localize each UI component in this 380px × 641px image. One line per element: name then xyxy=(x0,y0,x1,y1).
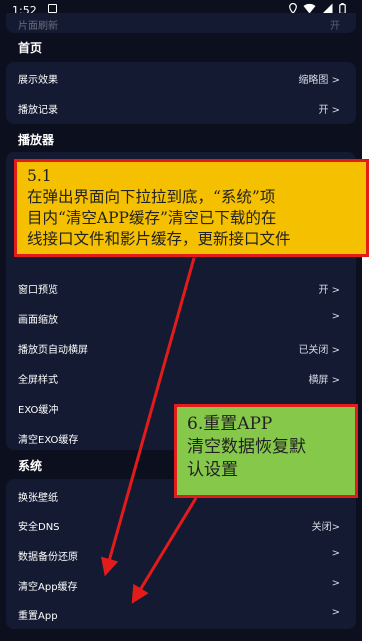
row-label: 安全DNS xyxy=(18,522,60,533)
row-label: 全屏样式 xyxy=(18,375,58,386)
annotation-line: 目内“清空APP缓存”清空已下载的在 xyxy=(27,209,277,227)
row-label: 展示效果 xyxy=(18,75,58,86)
row-label: 换张壁纸 xyxy=(18,493,58,504)
row-label: 重置App xyxy=(18,611,58,622)
section-system-title: 系统 xyxy=(18,459,43,473)
annotation-clear-cache: 5.1 在弹出界面向下拉拉到底，“系统”项 目内“清空APP缓存”清空已下载的在… xyxy=(14,159,369,257)
row-backup-restore[interactable]: 数据备份还原 > xyxy=(18,544,340,564)
row-value: > xyxy=(331,311,340,322)
row-value: > xyxy=(331,607,340,618)
row-auto-landscape[interactable]: 播放页自动横屏 已关闭 > xyxy=(18,337,340,357)
row-picture-scale[interactable]: 画面缩放 > xyxy=(18,307,340,327)
row-value: > xyxy=(331,578,340,589)
section-player-title: 播放器 xyxy=(18,133,55,147)
annotation-line: 在弹出界面向下拉拉到底，“系统”项 xyxy=(27,188,276,206)
row-window-preview[interactable]: 窗口预览 开 > xyxy=(18,277,340,297)
top-row[interactable]: 片面刷新 开 xyxy=(18,13,340,33)
notification-icon xyxy=(48,4,57,13)
annotation-line: 线接口文件和影片缓存，更新接口文件 xyxy=(27,230,291,248)
row-value: 开 > xyxy=(318,105,340,116)
annotation-line: 认设置 xyxy=(187,460,238,480)
row-label: EXO缓冲 xyxy=(18,405,59,416)
row-label: 画面缩放 xyxy=(18,315,58,326)
row-secure-dns[interactable]: 安全DNS 关闭> xyxy=(18,514,340,534)
row-value: > xyxy=(331,548,340,559)
row-display-effect[interactable]: 展示效果 缩略图 > xyxy=(18,67,340,87)
settings-screen: 1:52 片面刷新 开 首页 展示效果 缩略图 > 播放记录 开 > 播放器 窗… xyxy=(0,0,362,641)
row-value: 缩略图 > xyxy=(298,75,340,86)
top-row-label: 片面刷新 xyxy=(18,21,58,32)
row-value: 已关闭 > xyxy=(298,345,340,356)
row-label: 播放记录 xyxy=(18,105,58,116)
row-value: 横屏 > xyxy=(308,375,340,386)
top-row-value: 开 xyxy=(330,21,340,32)
row-value: 开 > xyxy=(318,285,340,296)
section-home-title: 首页 xyxy=(18,41,43,55)
row-label: 清空EXO缓存 xyxy=(18,435,79,446)
annotation-line: 清空数据恢复默 xyxy=(187,437,306,457)
row-label: 窗口预览 xyxy=(18,285,58,296)
annotation-line: 5.1 xyxy=(27,167,52,185)
row-play-history[interactable]: 播放记录 开 > xyxy=(18,97,340,117)
row-clear-app-cache[interactable]: 清空App缓存 > xyxy=(18,574,340,594)
row-label: 数据备份还原 xyxy=(18,552,78,563)
row-label: 播放页自动横屏 xyxy=(18,345,88,356)
row-fullscreen-style[interactable]: 全屏样式 横屏 > xyxy=(18,367,340,387)
row-value: 关闭> xyxy=(311,522,340,533)
row-label: 清空App缓存 xyxy=(18,582,78,593)
row-reset-app[interactable]: 重置App > xyxy=(18,603,340,623)
annotation-reset-app: 6.重置APP 清空数据恢复默 认设置 xyxy=(174,404,358,498)
annotation-line: 6.重置APP xyxy=(187,414,273,434)
